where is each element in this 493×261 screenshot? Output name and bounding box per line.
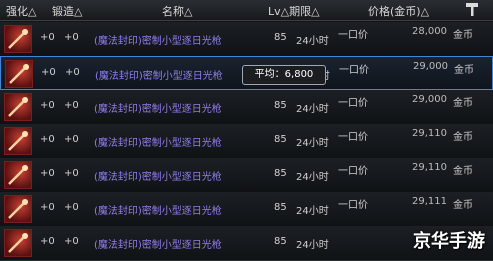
enhance-value: +0	[40, 168, 55, 179]
item-level: 85	[274, 202, 287, 213]
forge-value: +0	[64, 134, 79, 145]
price-value: 29,111	[412, 196, 447, 207]
forge-value: +0	[64, 100, 79, 111]
currency-label: 金币	[453, 166, 473, 177]
price-value: 29,110	[412, 162, 447, 173]
sort-price-header[interactable]: 价格(金币)△	[368, 3, 429, 19]
listing-period: 24小时	[296, 240, 329, 251]
currency-label: 金币	[453, 30, 473, 41]
watermark-logo: 京华手游	[413, 231, 485, 252]
listing-row[interactable]: +0 +0 (魔法封印)密制小型逐日光枪 85 24小时 一口价 29,111 金币	[0, 192, 493, 227]
sale-type: 一口价	[338, 30, 368, 41]
hammer-icon[interactable]	[465, 1, 479, 20]
sort-level-period-header[interactable]: Lv△期限△	[268, 3, 320, 19]
red-lance-icon	[4, 229, 32, 257]
item-level: 85	[274, 236, 287, 247]
red-lance-icon	[4, 127, 32, 155]
listing-period: 24小时	[296, 36, 329, 47]
item-name: (魔法封印)密制小型逐日光枪	[94, 104, 222, 115]
currency-label: 金币	[453, 98, 473, 109]
forge-value: +0	[65, 67, 80, 78]
item-level: 85	[274, 100, 287, 111]
sale-type: 一口价	[338, 132, 368, 143]
forge-value: +0	[64, 202, 79, 213]
currency-label: 金币	[454, 65, 474, 76]
item-name: (魔法封印)密制小型逐日光枪	[95, 71, 223, 82]
item-name: (魔法封印)密制小型逐日光枪	[94, 36, 222, 47]
item-name: (魔法封印)密制小型逐日光枪	[94, 206, 222, 217]
enhance-value: +0	[41, 67, 56, 78]
price-value: 28,000	[412, 26, 447, 37]
currency-label: 金币	[453, 132, 473, 143]
listing-period: 24小时	[296, 206, 329, 217]
sort-forge-header[interactable]: 锻造△	[52, 3, 82, 19]
listing-row[interactable]: +0 +0 (魔法封印)密制小型逐日光枪 85 24小时 一口价 29,110 金币	[0, 158, 493, 193]
price-value: 29,000	[412, 94, 447, 105]
forge-value: +0	[64, 236, 79, 247]
item-name: (魔法封印)密制小型逐日光枪	[94, 138, 222, 149]
listing-row[interactable]: +0 +0 (魔法封印)密制小型逐日光枪 85 24小时 一口价 29,110 金币	[0, 124, 493, 159]
red-lance-icon	[4, 195, 32, 223]
enhance-value: +0	[40, 134, 55, 145]
sale-type: 一口价	[339, 65, 369, 76]
red-lance-icon	[4, 25, 32, 53]
listing-row[interactable]: +0 +0 (魔法封印)密制小型逐日光枪 85 24小时 一口价 28,000 金币	[0, 22, 493, 57]
enhance-value: +0	[40, 32, 55, 43]
red-lance-icon	[4, 161, 32, 189]
sort-name-header[interactable]: 名称△	[162, 3, 192, 19]
auction-header: 强化△ 锻造△ 名称△ Lv△期限△ 价格(金币)△	[0, 0, 493, 21]
item-name: (魔法封印)密制小型逐日光枪	[94, 240, 222, 251]
item-level: 85	[274, 168, 287, 179]
sale-type: 一口价	[338, 98, 368, 109]
sort-enhance-header[interactable]: 强化△	[6, 3, 36, 19]
forge-value: +0	[64, 32, 79, 43]
average-price-tooltip: 平均：6,800	[242, 65, 326, 85]
red-lance-icon	[5, 60, 33, 88]
listing-period: 24小时	[296, 104, 329, 115]
item-level: 85	[274, 32, 287, 43]
item-name: (魔法封印)密制小型逐日光枪	[94, 172, 222, 183]
currency-label: 金币	[453, 200, 473, 211]
enhance-value: +0	[40, 100, 55, 111]
sale-type: 一口价	[338, 166, 368, 177]
forge-value: +0	[64, 168, 79, 179]
item-level: 85	[274, 134, 287, 145]
enhance-value: +0	[40, 236, 55, 247]
price-value: 29,000	[413, 61, 448, 72]
red-lance-icon	[4, 93, 32, 121]
listing-period: 24小时	[296, 172, 329, 183]
listing-row[interactable]: +0 +0 (魔法封印)密制小型逐日光枪 85 24小时一口价 29,000 金币	[0, 90, 493, 125]
enhance-value: +0	[40, 202, 55, 213]
price-value: 29,110	[412, 128, 447, 139]
sale-type: 一口价	[338, 200, 368, 211]
listing-period: 24小时	[296, 138, 329, 149]
